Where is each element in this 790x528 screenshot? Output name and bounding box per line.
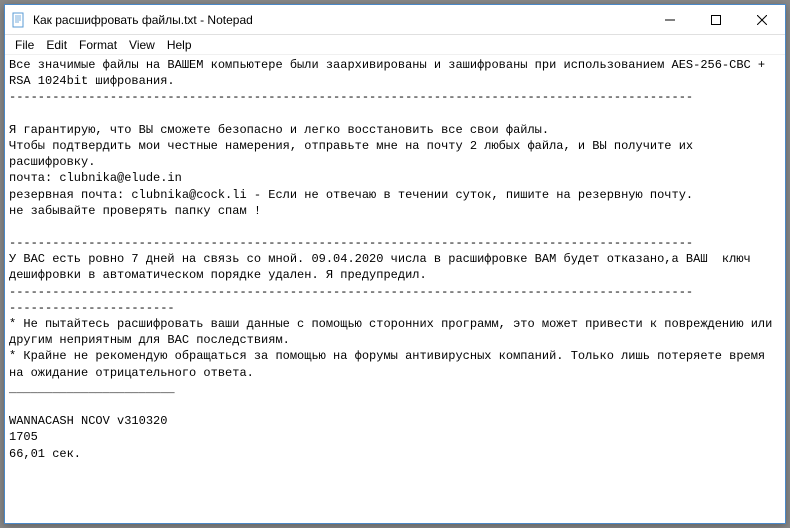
menu-file[interactable]: File <box>9 36 40 54</box>
titlebar: Как расшифровать файлы.txt - Notepad <box>5 5 785 35</box>
minimize-button[interactable] <box>647 5 693 34</box>
text-area[interactable]: Все значимые файлы на ВАШЕМ компьютере б… <box>5 55 785 523</box>
window-controls <box>647 5 785 34</box>
menu-help[interactable]: Help <box>161 36 198 54</box>
menubar: File Edit Format View Help <box>5 35 785 55</box>
maximize-button[interactable] <box>693 5 739 34</box>
notepad-window: Как расшифровать файлы.txt - Notepad Fil… <box>4 4 786 524</box>
menu-edit[interactable]: Edit <box>40 36 73 54</box>
window-title: Как расшифровать файлы.txt - Notepad <box>33 13 647 27</box>
menu-format[interactable]: Format <box>73 36 123 54</box>
notepad-icon <box>11 12 27 28</box>
close-button[interactable] <box>739 5 785 34</box>
menu-view[interactable]: View <box>123 36 161 54</box>
